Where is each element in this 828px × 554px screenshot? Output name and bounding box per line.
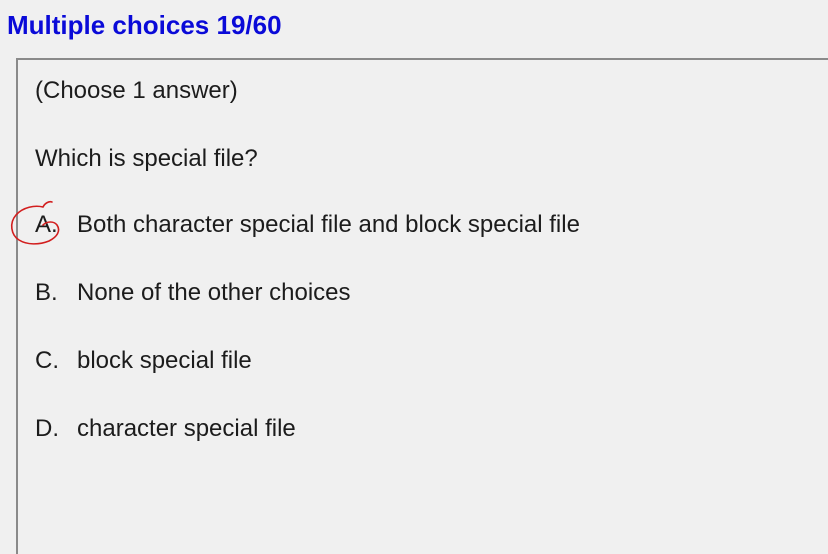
question-text: Which is special file? — [35, 145, 258, 172]
choice-letter: C. — [35, 347, 59, 374]
choice-letter: B. — [35, 279, 58, 306]
choice-letter: A. — [35, 211, 58, 238]
answer-instruction: (Choose 1 answer) — [35, 77, 238, 104]
choice-d[interactable]: D. character special file — [35, 413, 296, 445]
choice-letter: D. — [35, 415, 59, 442]
choice-label: Both character special file and block sp… — [77, 211, 580, 238]
choice-b[interactable]: B. None of the other choices — [35, 277, 351, 309]
choice-label: block special file — [77, 347, 252, 374]
question-panel: (Choose 1 answer) Which is special file?… — [16, 58, 828, 554]
page-title: Multiple choices 19/60 — [7, 10, 282, 40]
choice-label: character special file — [77, 415, 296, 442]
choice-label: None of the other choices — [77, 279, 351, 306]
choice-c[interactable]: C. block special file — [35, 345, 252, 377]
quiz-window: Multiple choices 19/60 (Choose 1 answer)… — [0, 0, 828, 554]
choice-a[interactable]: A. Both character special file and block… — [35, 209, 580, 241]
